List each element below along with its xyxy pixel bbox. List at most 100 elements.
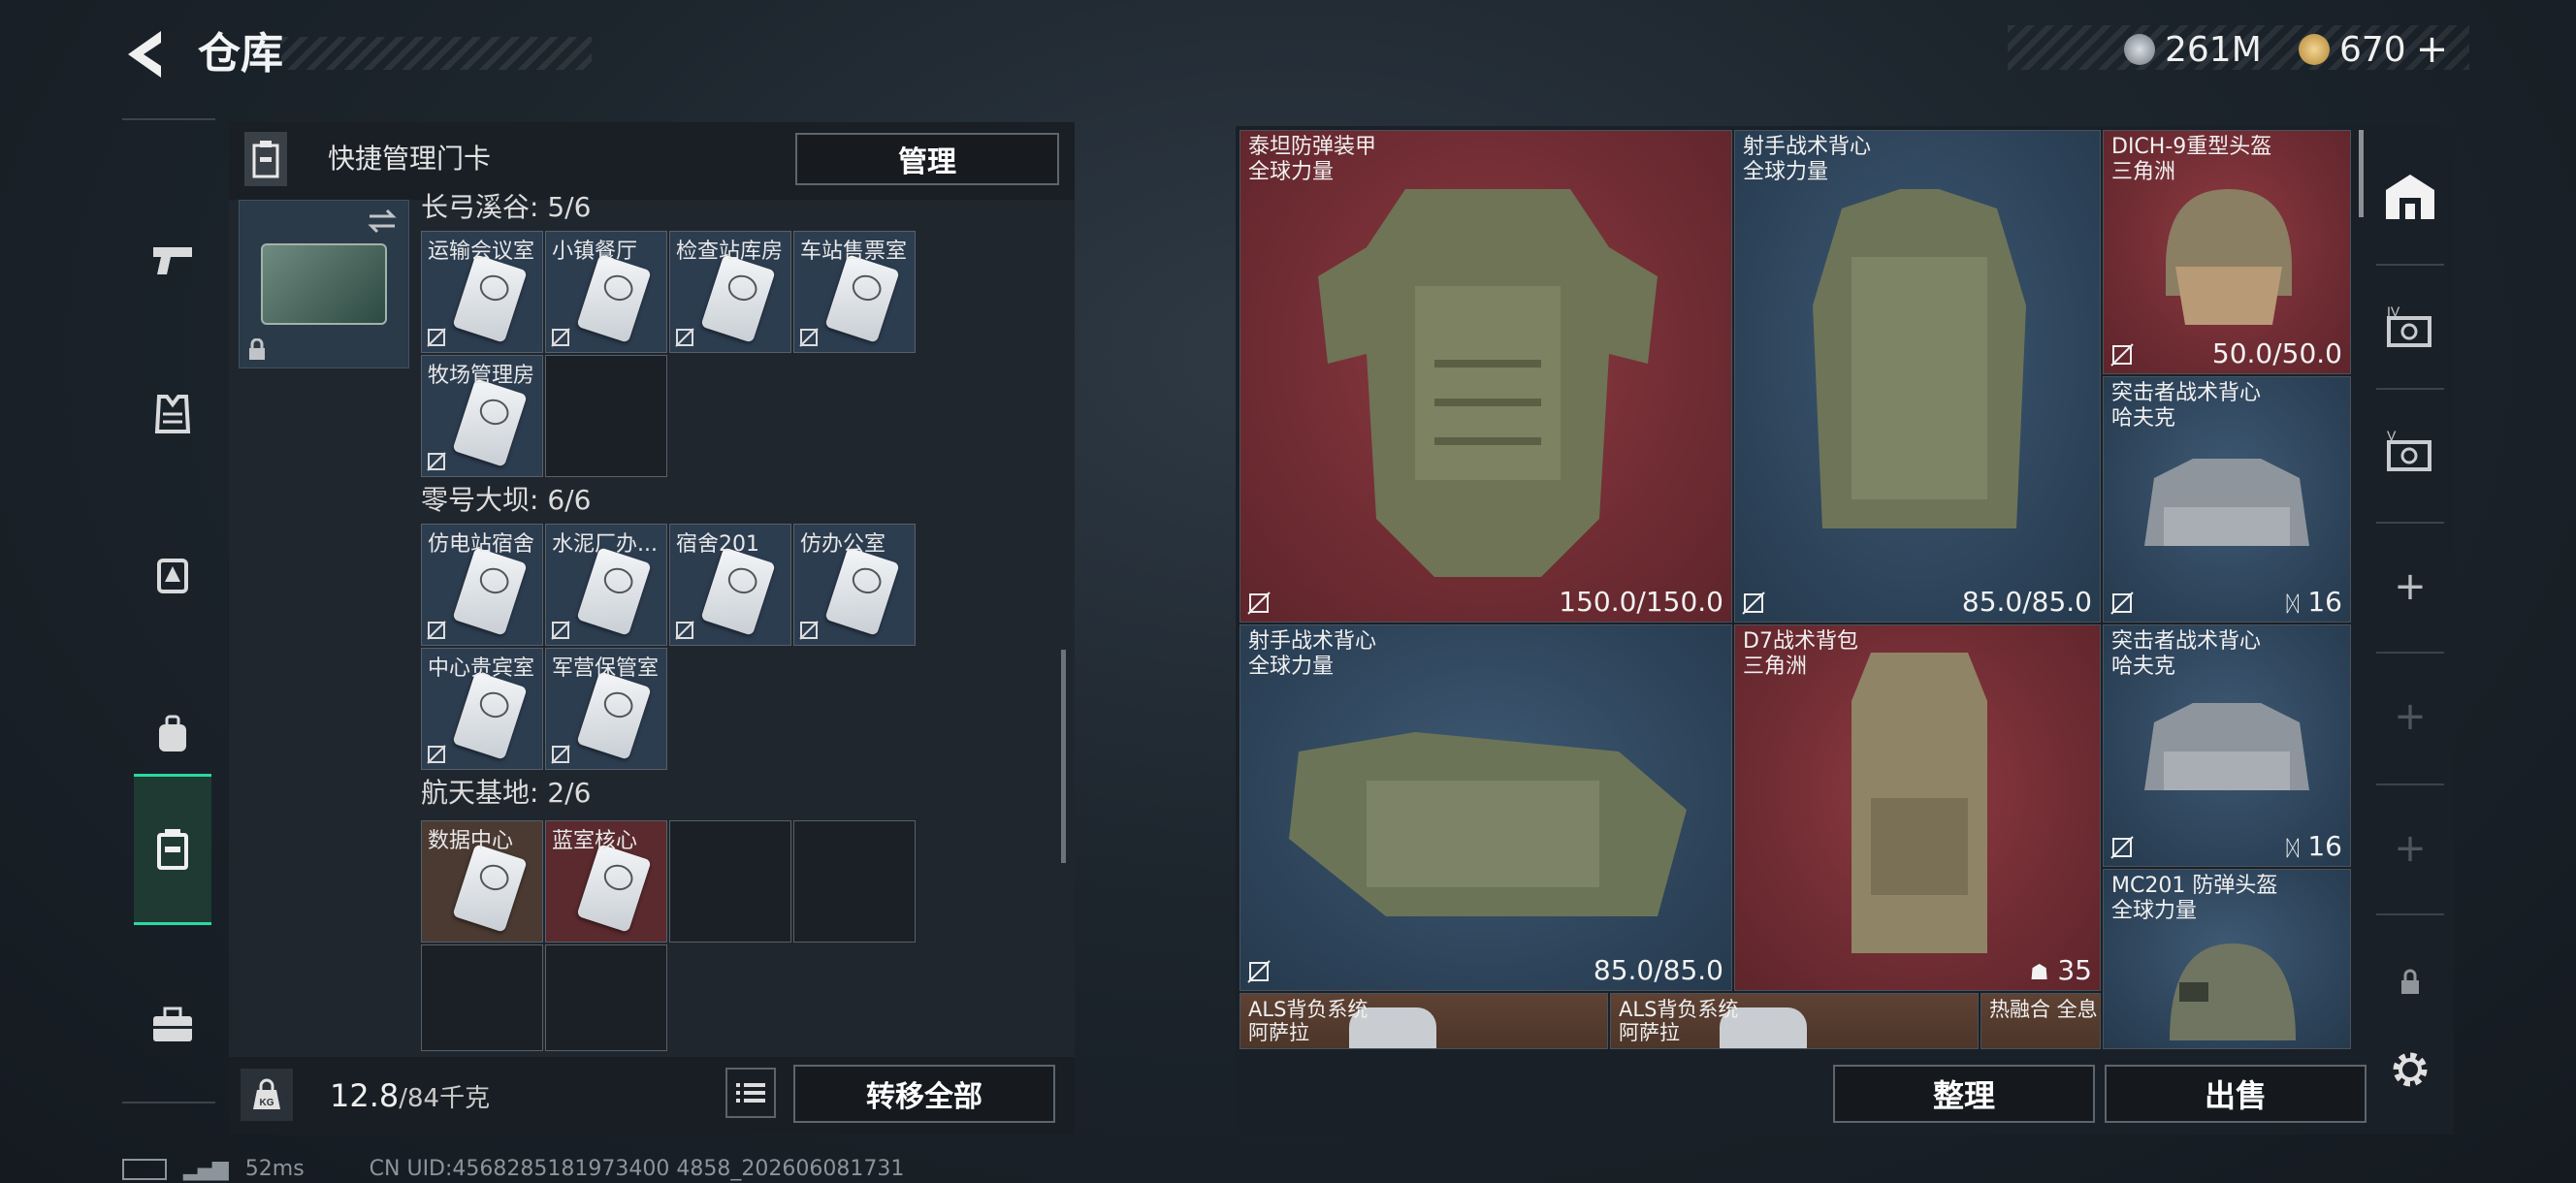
swap-icon	[368, 208, 397, 234]
no-insure-icon	[2110, 592, 2134, 615]
sell-button[interactable]: 出售	[2105, 1065, 2367, 1123]
stash-item-holo-sight[interactable]: 热融合 全息	[1980, 993, 2101, 1049]
keycard-slot[interactable]: 检查站库房	[669, 231, 791, 353]
nav-item-toolbox[interactable]	[134, 952, 211, 1098]
keycard-image	[700, 547, 776, 636]
title-decoration	[281, 37, 592, 70]
currency-gold-value: 670	[2339, 29, 2406, 70]
manage-button[interactable]: 管理	[795, 133, 1059, 185]
keycard-slot[interactable]: 仿办公室	[793, 524, 916, 646]
keycard-slot[interactable]: 数据中心	[421, 820, 543, 943]
keycard-slot[interactable]: 牧场管理房	[421, 355, 543, 477]
stash-item-raider-rig[interactable]: 突击者战术背心 哈夫克 ᛞ 16	[2103, 624, 2351, 867]
back-arrow-icon	[128, 31, 161, 78]
keycard-image	[576, 844, 652, 933]
weight-value: 12.8	[330, 1077, 400, 1114]
nav-item-rig[interactable]	[134, 501, 211, 647]
helmet-image	[2166, 189, 2292, 325]
keycard-case-slot[interactable]	[239, 200, 409, 368]
add-stash-button[interactable]: +	[2376, 522, 2444, 652]
nav-item-armor[interactable]	[134, 341, 211, 487]
helmet-image	[2170, 943, 2296, 1040]
currency-gold[interactable]: 670 +	[2299, 27, 2448, 72]
keycard-slot[interactable]: 车站售票室	[793, 231, 916, 353]
stash-item-marksman-vest[interactable]: 射手战术背心 全球力量 85.0/85.0	[1734, 130, 2101, 623]
keycard-label: 检查站库房	[676, 240, 784, 264]
keycard-slot[interactable]: 仿电站宿舍	[421, 524, 543, 646]
category-nav	[122, 118, 215, 1103]
stash-tab-main[interactable]	[2376, 132, 2444, 262]
no-insure-icon	[1247, 592, 1271, 615]
stash-item-titan-armor[interactable]: 泰坦防弹装甲 全球力量 150.0/150.0	[1240, 130, 1732, 623]
level-iv-storage-icon: IV	[2387, 304, 2431, 347]
no-insure-icon	[427, 452, 446, 471]
stash-item-raider-rig[interactable]: 突击者战术背心 哈夫克 ᛞ 16	[2103, 376, 2351, 623]
toolbox-icon	[153, 1007, 192, 1041]
quick-manage-label: 快捷管理门卡	[328, 143, 492, 175]
vest-icon	[154, 395, 191, 433]
list-view-button[interactable]	[725, 1068, 776, 1118]
stash-item-als-carrier[interactable]: ALS背负系统 阿萨拉	[1610, 993, 1979, 1049]
left-scrollbar[interactable]	[1061, 650, 1066, 863]
keycard-image	[452, 844, 528, 933]
silver-coin-icon	[2124, 34, 2155, 65]
tab-divider	[2376, 913, 2444, 915]
weight-display: 12.8/84千克	[330, 1074, 490, 1120]
chest-rig-icon	[157, 559, 188, 593]
keycard-slot[interactable]: 蓝室核心	[545, 820, 667, 943]
locked-stash-tab[interactable]	[2376, 921, 2444, 1043]
item-name: ALS背负系统 阿萨拉	[1248, 998, 1368, 1044]
weight-max: /84千克	[399, 1084, 491, 1113]
empty-keycard-slot[interactable]	[421, 944, 543, 1051]
currency-silver[interactable]: 261M	[2124, 27, 2262, 72]
keycard-slot[interactable]: 中心贵宾室	[421, 648, 543, 770]
no-insure-icon	[551, 328, 570, 347]
item-name: D7战术背包 三角洲	[1743, 629, 1858, 679]
stash-tab-level-v[interactable]: V	[2376, 388, 2444, 518]
stash-item-d7-backpack[interactable]: D7战术背包 三角洲 ☗ 35	[1734, 624, 2101, 991]
currency-gold-plus[interactable]: +	[2416, 27, 2449, 72]
keycard-case-icon	[252, 141, 279, 178]
keycard-case-image	[261, 243, 387, 325]
pistol-icon	[153, 247, 192, 274]
keycard-image	[824, 547, 900, 636]
keycard-label: 蓝室核心	[552, 829, 638, 853]
backpack-icon	[159, 715, 186, 751]
sort-button[interactable]: 整理	[1833, 1065, 2095, 1123]
no-insure-icon	[427, 328, 446, 347]
signal-icon: ▂▄▆	[183, 1157, 229, 1181]
item-name: 泰坦防弹装甲 全球力量	[1248, 135, 1377, 184]
keycard-slot[interactable]: 水泥厂办...	[545, 524, 667, 646]
keycard-image	[452, 254, 528, 343]
keycard-image	[576, 547, 652, 636]
stash-item-mc201-helmet[interactable]: MC201 防弹头盔 全球力量	[2103, 869, 2351, 1049]
keycard-image	[452, 671, 528, 760]
nav-item-weapons[interactable]	[134, 186, 211, 332]
keycard-slot[interactable]: 军营保管室	[545, 648, 667, 770]
stash-item-dich9-helmet[interactable]: DICH-9重型头盔 三角洲 50.0/50.0	[2103, 130, 2351, 374]
item-name: 射手战术背心 全球力量	[1248, 629, 1377, 679]
stash-item-marksman-vest[interactable]: 射手战术背心 全球力量 85.0/85.0	[1240, 624, 1732, 991]
transfer-all-button[interactable]: 转移全部	[793, 1065, 1055, 1123]
keycard-slot[interactable]: 小镇餐厅	[545, 231, 667, 353]
stash-item-als-carrier[interactable]: ALS背负系统 阿萨拉	[1240, 993, 1608, 1049]
empty-keycard-slot[interactable]	[545, 355, 667, 477]
keycard-slot[interactable]: 运输会议室	[421, 231, 543, 353]
keycard-slot[interactable]: 宿舍201	[669, 524, 791, 646]
currency-silver-value: 261M	[2165, 29, 2262, 70]
back-button[interactable]	[122, 27, 169, 81]
add-stash-button[interactable]: +	[2376, 652, 2444, 782]
status-footer: ▂▄▆ 52ms CN UID:4568285181973400 4858_20…	[122, 1156, 904, 1183]
add-stash-button[interactable]: +	[2376, 783, 2444, 913]
empty-keycard-slot[interactable]	[669, 820, 791, 943]
empty-keycard-slot[interactable]	[793, 820, 916, 943]
empty-keycard-slot[interactable]	[545, 944, 667, 1051]
item-durability: 85.0/85.0	[1593, 954, 1723, 986]
nav-item-keycard[interactable]	[134, 774, 211, 925]
stash-tab-level-iv[interactable]: IV	[2376, 264, 2444, 394]
no-insure-icon	[1247, 960, 1271, 983]
lock-icon	[2401, 969, 2419, 994]
settings-button[interactable]	[2384, 1043, 2436, 1096]
vest-image	[1813, 189, 2026, 528]
stash-scrollbar[interactable]	[2359, 130, 2364, 217]
